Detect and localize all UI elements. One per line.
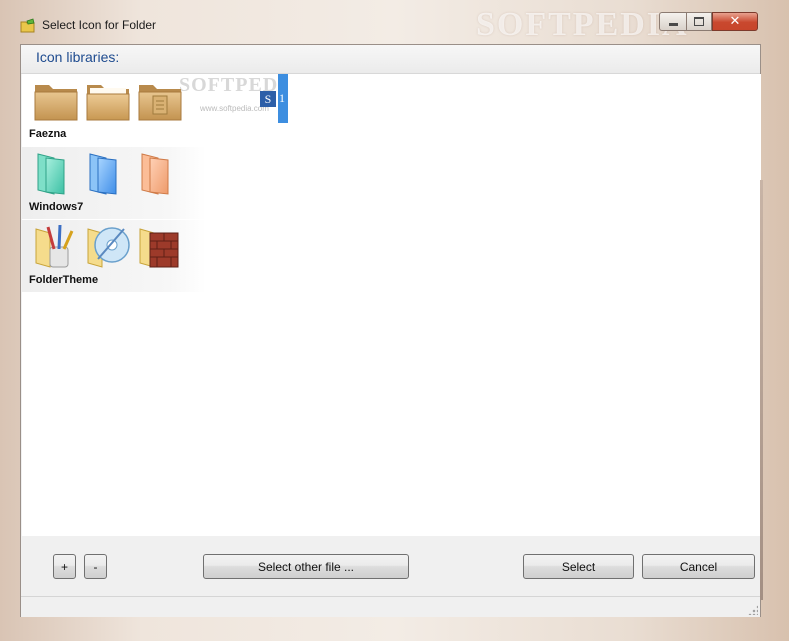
library-name: FolderTheme xyxy=(29,274,99,286)
window-title: Select Icon for Folder xyxy=(42,18,157,32)
library-item-foldertheme[interactable]: FolderTheme xyxy=(22,220,206,292)
minimize-icon xyxy=(668,23,678,26)
select-other-file-button[interactable]: Select other file ... xyxy=(203,554,409,579)
cancel-button[interactable]: Cancel xyxy=(642,554,755,579)
libraries-header-label: Icon libraries: xyxy=(36,49,120,65)
bricks-folder-icon[interactable] xyxy=(136,223,184,269)
close-button[interactable]: ✕ xyxy=(712,12,758,31)
watermark-url: www.softpedia.com xyxy=(200,104,269,113)
library-item-faezna[interactable]: Faezna xyxy=(22,74,206,146)
library-item-windows7[interactable]: Windows7 xyxy=(22,147,206,219)
libraries-header: Icon libraries: xyxy=(21,45,760,74)
selection-marker: S xyxy=(260,91,276,107)
selection-highlight: 1 xyxy=(278,74,288,123)
folder-icon[interactable] xyxy=(32,77,80,123)
orange-folder-icon[interactable] xyxy=(136,150,184,196)
remove-library-button[interactable]: - xyxy=(84,554,107,579)
close-icon: ✕ xyxy=(729,14,741,29)
maximize-icon xyxy=(694,17,704,26)
brushes-folder-icon[interactable] xyxy=(32,223,80,269)
library-name: Faezna xyxy=(29,128,67,140)
window-border-edge xyxy=(760,180,763,600)
teal-folder-icon[interactable] xyxy=(32,150,80,196)
add-library-button[interactable]: + xyxy=(53,554,76,579)
library-name: Windows7 xyxy=(29,201,84,213)
resize-grip-icon[interactable] xyxy=(748,605,758,615)
watermark: SOFTPEDIA xyxy=(476,6,689,43)
folder-app-icon xyxy=(20,18,36,34)
folder-icon[interactable] xyxy=(84,77,132,123)
status-bar xyxy=(21,596,760,617)
disc-folder-icon[interactable] xyxy=(84,223,132,269)
icon-library-list[interactable]: SOFTPEDI www.softpedia.com Faezna Window… xyxy=(22,74,761,536)
selection-highlight-text: 1 xyxy=(279,91,285,105)
title-bar[interactable]: Select Icon for Folder SOFTPEDIA ✕ xyxy=(0,0,789,44)
folder-document-icon[interactable] xyxy=(136,77,184,123)
dialog-window: Select Icon for Folder SOFTPEDIA ✕ Icon … xyxy=(0,0,789,641)
select-button[interactable]: Select xyxy=(523,554,634,579)
blue-folder-icon[interactable] xyxy=(84,150,132,196)
minimize-button[interactable] xyxy=(659,12,686,31)
dialog-client-area: Icon libraries: SOFTPEDI www.softpedia.c… xyxy=(20,44,761,617)
maximize-button[interactable] xyxy=(686,12,712,31)
